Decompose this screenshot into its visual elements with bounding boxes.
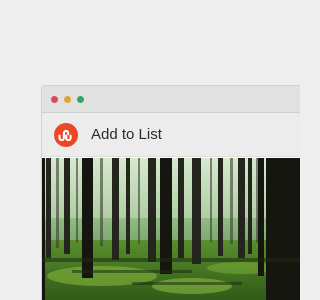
forest-photo [42,158,300,300]
stumbleupon-logo-icon [54,123,78,147]
app-header: Add to List [42,113,300,157]
minimize-icon[interactable] [64,96,71,103]
close-icon[interactable] [51,96,58,103]
window-titlebar [42,86,300,113]
app-window: Add to List [41,85,300,300]
maximize-icon[interactable] [77,96,84,103]
page-title: Add to List [91,126,162,143]
